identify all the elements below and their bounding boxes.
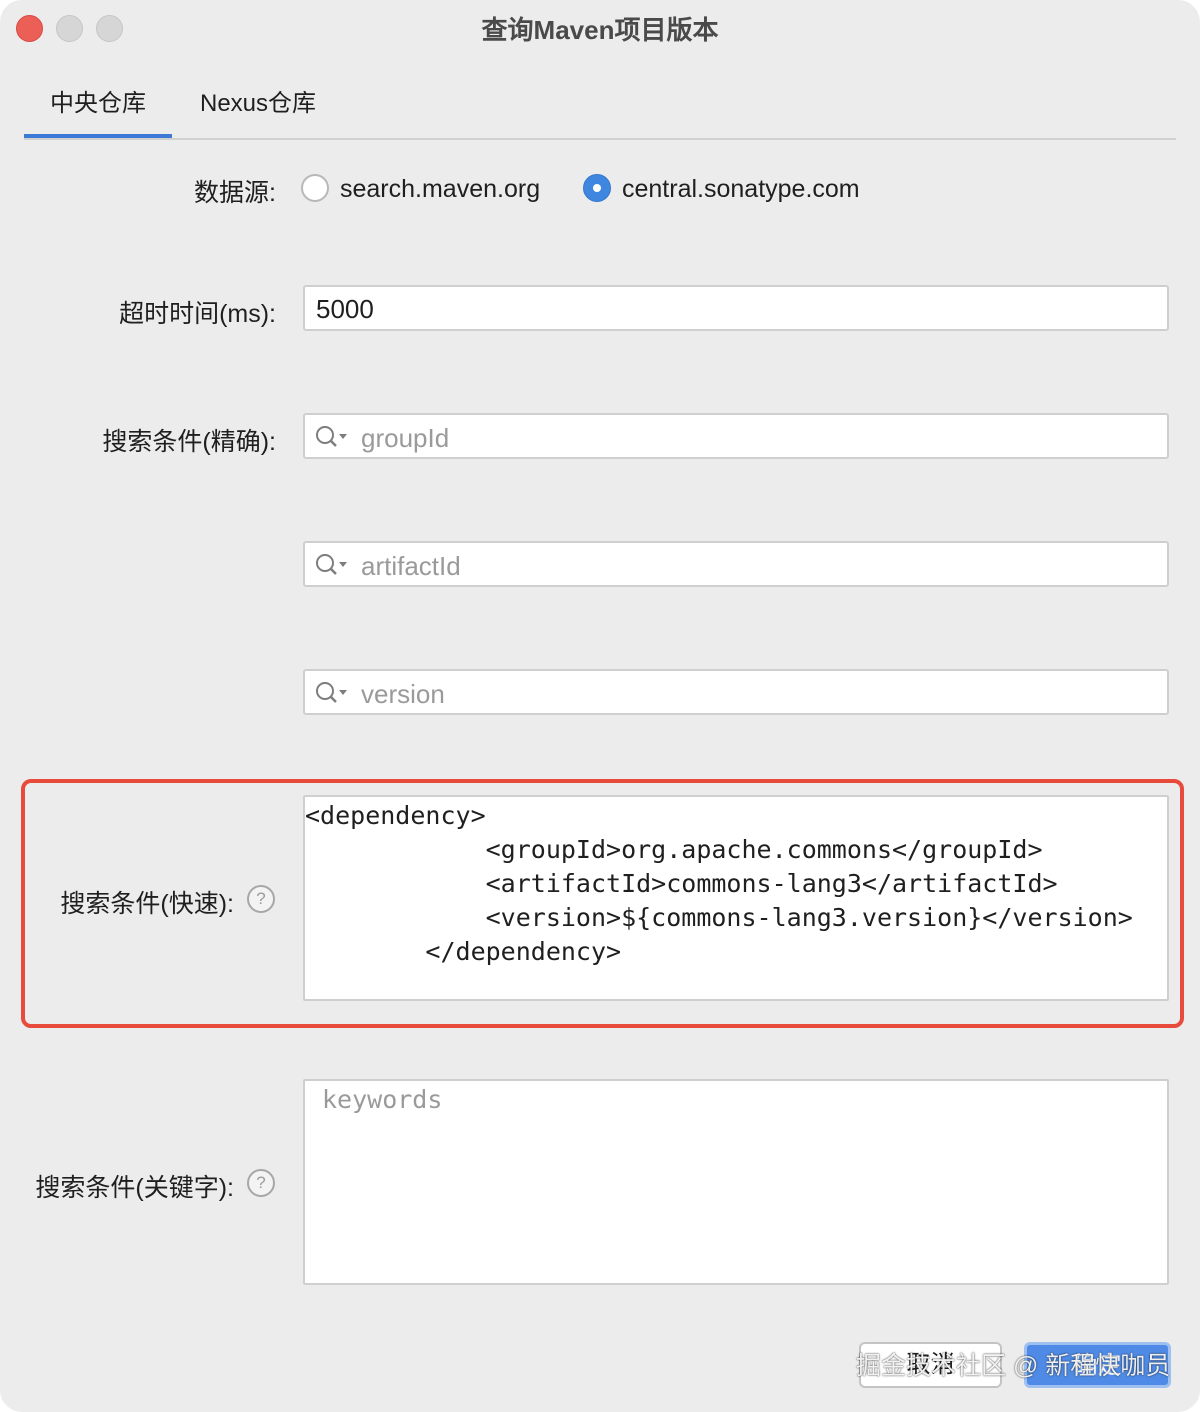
groupid-search-input[interactable]: groupId [303, 413, 1169, 459]
quick-search-textarea[interactable]: <dependency> <groupId>org.apache.commons… [303, 795, 1169, 1001]
artifactid-placeholder: artifactId [361, 551, 461, 581]
quick-search-label: 搜索条件(快速): [60, 890, 234, 918]
keyword-search-help-icon[interactable]: ? [247, 1169, 275, 1197]
exact-search-label: 搜索条件(精确): [102, 428, 276, 456]
quick-search-help-icon[interactable]: ? [247, 885, 275, 913]
maven-version-dialog: 查询Maven项目版本 中央仓库 Nexus仓库 数据源: search.mav… [0, 0, 1200, 1412]
artifactid-search-input[interactable]: artifactId [303, 541, 1169, 587]
datasource-label: 数据源: [194, 179, 276, 207]
radio-search-maven-org[interactable] [301, 174, 329, 202]
keyword-search-textarea[interactable]: keywords [303, 1079, 1169, 1285]
quick-search-dependency-xml: <dependency> <groupId>org.apache.commons… [305, 801, 1133, 966]
search-icon [316, 682, 347, 703]
search-icon [316, 426, 347, 447]
groupid-placeholder: groupId [361, 423, 450, 453]
repository-tabs: 中央仓库 Nexus仓库 [24, 78, 1176, 140]
title-bar[interactable]: 查询Maven项目版本 [0, 0, 1200, 56]
radio-label-search-maven-org[interactable]: search.maven.org [340, 174, 540, 204]
keyword-search-label: 搜索条件(关键字): [35, 1174, 234, 1202]
timeout-label: 超时时间(ms): [119, 300, 276, 328]
timeout-value: 5000 [316, 294, 374, 324]
watermark-text: 掘金技术社区 @ 新程快咖员 [856, 1352, 1171, 1380]
timeout-input[interactable]: 5000 [303, 285, 1169, 331]
version-placeholder: version [361, 679, 445, 709]
radio-label-central-sonatype-com[interactable]: central.sonatype.com [622, 174, 860, 204]
version-search-input[interactable]: version [303, 669, 1169, 715]
tab-central-repository[interactable]: 中央仓库 [24, 78, 172, 138]
tab-nexus-repository[interactable]: Nexus仓库 [184, 78, 332, 136]
radio-central-sonatype-com[interactable] [583, 174, 611, 202]
keyword-placeholder: keywords [322, 1085, 443, 1114]
window-title: 查询Maven项目版本 [481, 15, 719, 45]
search-icon [316, 554, 347, 575]
